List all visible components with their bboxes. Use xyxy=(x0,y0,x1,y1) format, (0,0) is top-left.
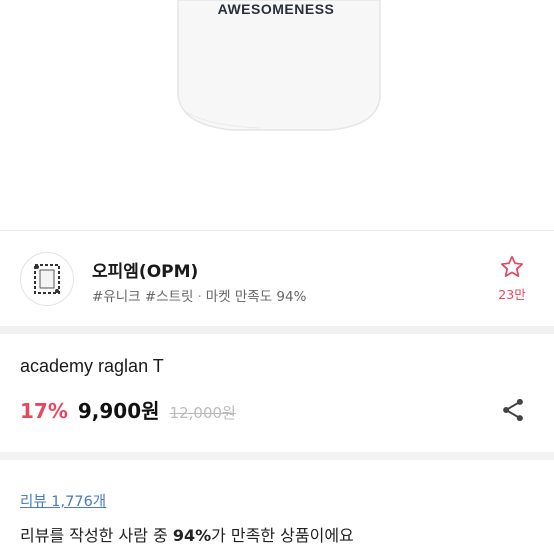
review-count-link[interactable]: 리뷰 1,776개 xyxy=(20,490,106,511)
section-divider xyxy=(0,326,554,334)
discount-rate: 17% xyxy=(20,399,68,423)
price-row: 17% 9,900원 12,000원 xyxy=(20,395,236,425)
meta-separator: · xyxy=(197,289,202,305)
review-summary: 리뷰를 작성한 사람 중 94%가 만족한 상품이에요 xyxy=(20,522,354,546)
product-image[interactable]: AWESOMENESS xyxy=(0,0,554,230)
favorite-count: 23만 xyxy=(498,287,526,302)
sale-price: 9,900원 xyxy=(77,399,160,423)
divider xyxy=(0,230,554,231)
review-summary-suffix: 가 만족한 상품이에요 xyxy=(211,526,354,545)
shop-satisfaction: 마켓 만족도 94% xyxy=(205,289,307,305)
share-icon xyxy=(503,398,523,422)
share-button[interactable] xyxy=(498,395,528,425)
shirt-print-text: AWESOMENESS xyxy=(218,1,335,17)
star-outline-icon xyxy=(500,255,524,277)
shop-logo-icon xyxy=(34,264,60,294)
shop-tags[interactable]: #유니크 #스트릿 xyxy=(92,289,193,305)
section-divider xyxy=(0,452,554,460)
original-price: 12,000원 xyxy=(169,404,236,422)
shop-meta: #유니크 #스트릿 · 마켓 만족도 94% xyxy=(92,285,306,305)
review-summary-percent: 94% xyxy=(172,526,212,545)
product-name: academy raglan T xyxy=(20,356,164,376)
shop-logo[interactable] xyxy=(20,252,74,306)
favorite-button[interactable]: 23만 xyxy=(490,254,534,308)
review-summary-prefix: 리뷰를 작성한 사람 중 xyxy=(20,526,173,545)
tshirt-image: AWESOMENESS xyxy=(177,0,381,131)
shop-name[interactable]: 오피엠(OPM) xyxy=(92,257,198,282)
shop-row[interactable]: 오피엠(OPM) #유니크 #스트릿 · 마켓 만족도 94% 23만 xyxy=(0,238,554,326)
